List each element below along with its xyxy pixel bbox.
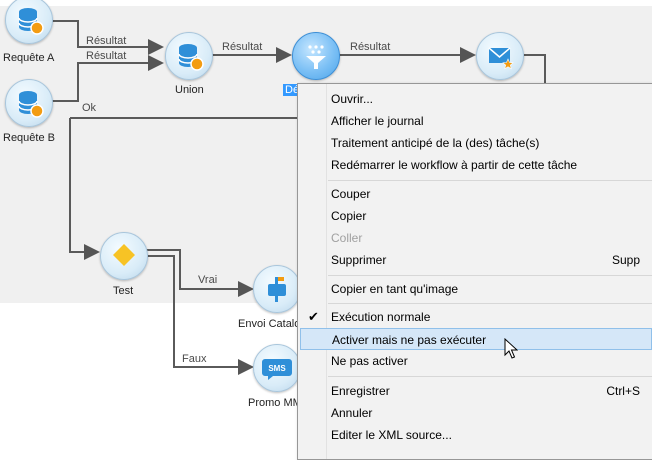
- node-test[interactable]: [100, 232, 148, 280]
- node-deduplication[interactable]: [292, 32, 340, 80]
- menu-item-label: Coller: [331, 231, 363, 245]
- menu-item-copier-image[interactable]: Copier en tant qu'image: [300, 278, 652, 300]
- menu-item-activer-sans-executer[interactable]: Activer mais ne pas exécuter: [300, 328, 652, 350]
- link-label-dedup: Résultat: [350, 41, 391, 53]
- database-query-icon: [18, 91, 44, 118]
- link-label-faux: Faux: [182, 353, 207, 365]
- link-label-reqA: Résultat: [86, 35, 127, 47]
- node-label-requete-a: Requête A: [3, 52, 55, 64]
- funnel-icon: [306, 45, 326, 69]
- link-label-reqB: Résultat: [86, 50, 127, 62]
- menu-item-editer-xml[interactable]: Editer le XML source...: [300, 424, 652, 446]
- sms-badge-text: SMS: [268, 364, 286, 373]
- menu-item-label: Activer mais ne pas exécuter: [332, 333, 487, 347]
- menu-separator: [328, 275, 652, 276]
- node-label-envoi: Envoi Catalo: [238, 318, 301, 330]
- link-reqB-test: [69, 118, 100, 260]
- node-label-union: Union: [175, 84, 204, 96]
- node-label-test: Test: [113, 285, 134, 297]
- menu-item-ne-pas-activer[interactable]: Ne pas activer: [300, 350, 652, 372]
- node-email-delivery[interactable]: [476, 32, 524, 80]
- menu-item-supprimer[interactable]: Supprimer Supp: [300, 249, 652, 271]
- union-icon: [178, 44, 204, 71]
- menu-item-label: Enregistrer: [331, 384, 390, 398]
- menu-separator: [328, 376, 652, 377]
- node-requete-a[interactable]: [5, 0, 53, 44]
- menu-item-label: Annuler: [331, 406, 373, 420]
- menu-item-execution-normale[interactable]: ✔ Exécution normale: [300, 306, 652, 328]
- context-menu: Ouvrir... Afficher le journal Traitement…: [297, 83, 652, 460]
- mail-delivery-icon: [268, 277, 286, 302]
- node-envoi-catalogue[interactable]: [253, 265, 301, 313]
- menu-item-label: Copier en tant qu'image: [331, 282, 459, 296]
- menu-item-label: Afficher le journal: [331, 114, 424, 128]
- menu-item-enregistrer[interactable]: Enregistrer Ctrl+S: [300, 380, 652, 402]
- sms-icon: SMS: [262, 359, 292, 380]
- node-requete-b[interactable]: [5, 79, 53, 127]
- menu-separator: [328, 303, 652, 304]
- link-test-faux: [146, 255, 254, 375]
- mouse-cursor-icon: [504, 338, 518, 359]
- email-delivery-icon: [488, 47, 514, 70]
- node-label-requete-b: Requête B: [3, 132, 55, 144]
- menu-item-label: Exécution normale: [331, 310, 431, 324]
- menu-item-label: Couper: [331, 187, 371, 201]
- menu-item-coller[interactable]: Coller: [300, 227, 652, 249]
- menu-item-traitement-anticipe[interactable]: Traitement anticipé de la (des) tâche(s): [300, 132, 652, 154]
- menu-item-label: Editer le XML source...: [331, 428, 452, 442]
- node-label-promo: Promo MM: [248, 397, 302, 409]
- link-label-vrai: Vrai: [198, 274, 218, 286]
- node-promo-mms[interactable]: SMS: [253, 344, 301, 392]
- database-query-icon: [18, 8, 44, 35]
- menu-item-ouvrir[interactable]: Ouvrir...: [300, 88, 652, 110]
- menu-item-label: Traitement anticipé de la (des) tâche(s): [331, 136, 540, 150]
- menu-item-label: Redémarrer le workflow à partir de cette…: [331, 158, 578, 172]
- menu-item-label: Supprimer: [331, 253, 387, 267]
- link-label-ok: Ok: [82, 102, 97, 114]
- menu-item-label: Copier: [331, 209, 367, 223]
- checkmark-icon: ✔: [308, 309, 319, 324]
- menu-item-copier[interactable]: Copier: [300, 205, 652, 227]
- menu-item-label: Ouvrir...: [331, 92, 374, 106]
- node-union[interactable]: [165, 32, 213, 80]
- menu-item-afficher-journal[interactable]: Afficher le journal: [300, 110, 652, 132]
- menu-separator: [328, 180, 652, 181]
- menu-item-label: Ne pas activer: [331, 354, 408, 368]
- menu-item-shortcut: Supp: [611, 253, 640, 267]
- menu-item-couper[interactable]: Couper: [300, 183, 652, 205]
- menu-item-redemarrer[interactable]: Redémarrer le workflow à partir de cette…: [300, 154, 652, 176]
- link-label-union: Résultat: [222, 41, 263, 53]
- menu-item-shortcut: Ctrl+S: [606, 384, 640, 398]
- menu-item-annuler[interactable]: Annuler: [300, 402, 652, 424]
- test-diamond-icon: [113, 244, 135, 266]
- link-reqB-union: [52, 55, 164, 102]
